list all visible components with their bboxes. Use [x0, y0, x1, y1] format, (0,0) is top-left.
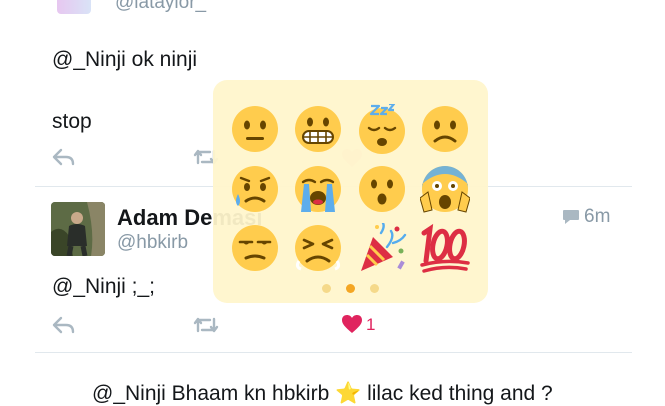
- reply-icon[interactable]: [52, 316, 76, 334]
- grimacing-face-icon[interactable]: [293, 104, 343, 154]
- loudly-crying-face-icon[interactable]: [293, 164, 343, 214]
- partial-handle: @lataylor_: [115, 0, 207, 13]
- partial-avatar[interactable]: [57, 0, 91, 14]
- avatar[interactable]: [51, 202, 105, 256]
- party-popper-icon[interactable]: [357, 221, 407, 273]
- page-dot-1[interactable]: [322, 284, 331, 293]
- emoji-picker[interactable]: [213, 80, 488, 303]
- like-count: 1: [366, 315, 376, 334]
- persevering-face-icon[interactable]: [293, 223, 343, 273]
- sleeping-face-icon[interactable]: [357, 102, 407, 154]
- reply-icon[interactable]: [52, 148, 76, 166]
- tweet-text: @_Ninji ;_;: [52, 275, 156, 298]
- tweet-text-line1: @_Ninji ok ninji: [52, 48, 198, 71]
- neutral-face-icon[interactable]: [230, 104, 280, 154]
- tweet-divider: [35, 352, 632, 353]
- hushed-face-icon[interactable]: [357, 164, 407, 214]
- partial-tweet-text: @_Ninji Bhaam kn hbkirb ⭐ lilac ked thin…: [92, 382, 553, 405]
- reply-bubble-icon: [562, 209, 580, 225]
- liked-heart-icon[interactable]: [341, 314, 363, 334]
- retweet-icon[interactable]: [193, 316, 219, 334]
- tweet-author-handle[interactable]: @hbkirb: [117, 232, 188, 254]
- hundred-points-icon[interactable]: [420, 223, 470, 273]
- screaming-face-icon[interactable]: [419, 164, 471, 214]
- tweet-timestamp[interactable]: 6m: [584, 206, 610, 228]
- page-dot-2-active[interactable]: [346, 284, 355, 293]
- frowning-face-icon[interactable]: [420, 104, 470, 154]
- page-dot-3[interactable]: [370, 284, 379, 293]
- tweet-text-line2: stop: [52, 110, 92, 133]
- unamused-face-icon[interactable]: [230, 223, 280, 273]
- sad-relieved-face-icon[interactable]: [230, 164, 280, 214]
